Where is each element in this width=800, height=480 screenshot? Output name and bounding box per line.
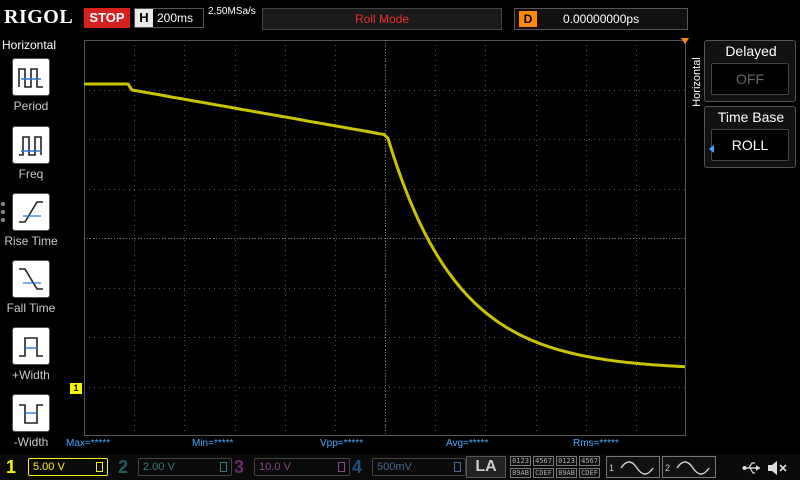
channel-number: 2 <box>118 457 129 477</box>
ch1-offset-marker[interactable]: 1 <box>70 383 82 394</box>
ch1-waveform-trace <box>84 82 686 369</box>
channel-scale: 10.0 V <box>254 458 350 476</box>
timebase-value: 200ms <box>157 11 194 25</box>
top-status-bar: RIGOL STOP H 200ms 2.50MSa/s Roll Mode D… <box>0 0 800 36</box>
channel-number: 3 <box>234 457 245 477</box>
menu-tab-label: Horizontal <box>691 57 703 107</box>
coupling-icon <box>454 462 461 472</box>
measurement-menu: Horizontal Period Freq Rise Time Fall Ti… <box>0 36 62 454</box>
sample-rate: 2.50MSa/s <box>208 6 256 17</box>
logic-analyzer-button[interactable]: LA <box>466 456 506 478</box>
trigger-position-marker[interactable] <box>681 38 689 44</box>
positive-width-icon <box>12 327 50 365</box>
avg-readout: Avg=***** <box>446 438 489 449</box>
measurement-readout-row: Max=***** Min=***** Vpp=***** Avg=***** … <box>0 438 800 452</box>
delayed-label: Delayed <box>725 43 777 59</box>
menu-item-rise-time[interactable]: Rise Time <box>0 191 62 257</box>
generator-2-button[interactable]: 2 <box>662 456 716 478</box>
channel-3-status[interactable]: 3 10.0 V <box>234 456 354 478</box>
coupling-icon <box>338 462 345 472</box>
channel-number: 1 <box>6 457 17 477</box>
selector-arrow-icon <box>709 145 714 153</box>
delayed-softkey[interactable]: Delayed OFF <box>704 40 796 102</box>
coupling-icon <box>96 462 103 472</box>
waveform-display[interactable] <box>84 40 686 436</box>
delay-display[interactable]: D 0.00000000ps <box>514 8 688 30</box>
delay-value: 0.00000000ps <box>563 12 640 26</box>
menu-title: Horizontal <box>2 38 57 52</box>
logic-channel-grid: 0123 4567 0123 4567 89AB CDEF 89AB CDEF <box>510 456 600 478</box>
coupling-icon <box>220 462 227 472</box>
period-icon <box>12 58 50 96</box>
rms-readout: Rms=***** <box>573 438 619 449</box>
frequency-icon <box>12 126 50 164</box>
channel-scale: 5.00 V <box>28 458 108 476</box>
menu-item-fall-time[interactable]: Fall Time <box>0 258 62 324</box>
menu-item-freq[interactable]: Freq <box>0 124 62 190</box>
menu-item-label: +Width <box>12 368 50 382</box>
channel-scale: 500mV <box>372 458 466 476</box>
delay-key: D <box>519 11 537 27</box>
run-stop-button[interactable]: STOP <box>84 8 130 28</box>
menu-item-label: Fall Time <box>6 301 56 315</box>
acquisition-mode-display: Roll Mode <box>262 8 502 30</box>
channel-1-status[interactable]: 1 5.00 V <box>6 456 110 478</box>
negative-width-icon <box>12 394 50 432</box>
fall-time-icon <box>12 260 50 298</box>
menu-item-positive-width[interactable]: +Width <box>0 325 62 391</box>
menu-item-label: Freq <box>18 167 44 181</box>
channel-4-status[interactable]: 4 500mV <box>352 456 470 478</box>
channel-2-status[interactable]: 2 2.00 V <box>118 456 236 478</box>
channel-number: 4 <box>352 457 363 477</box>
channel-scale: 2.00 V <box>138 458 232 476</box>
sine-wave-icon <box>620 461 654 475</box>
waveform-grid <box>84 40 686 436</box>
horizontal-scale-display[interactable]: H 200ms <box>134 8 204 28</box>
time-base-softkey[interactable]: Time Base ROLL <box>704 106 796 168</box>
menu-item-label: Rise Time <box>4 234 58 248</box>
time-base-value: ROLL <box>711 129 789 161</box>
horizontal-menu-tab: Horizontal <box>689 40 703 130</box>
menu-item-period[interactable]: Period <box>0 56 62 122</box>
rise-time-icon <box>12 193 50 231</box>
time-base-label: Time Base <box>717 109 785 125</box>
usb-icon <box>742 462 760 474</box>
sine-wave-icon <box>676 461 710 475</box>
horizontal-key: H <box>135 9 153 27</box>
brand-logo: RIGOL <box>4 6 74 28</box>
menu-item-label: Period <box>13 99 49 113</box>
vpp-readout: Vpp=***** <box>320 438 364 449</box>
max-readout: Max=***** <box>66 438 111 449</box>
min-readout: Min=***** <box>192 438 234 449</box>
delayed-value: OFF <box>711 63 789 95</box>
generator-1-button[interactable]: 1 <box>606 456 660 478</box>
speaker-muted-icon[interactable] <box>766 458 788 478</box>
